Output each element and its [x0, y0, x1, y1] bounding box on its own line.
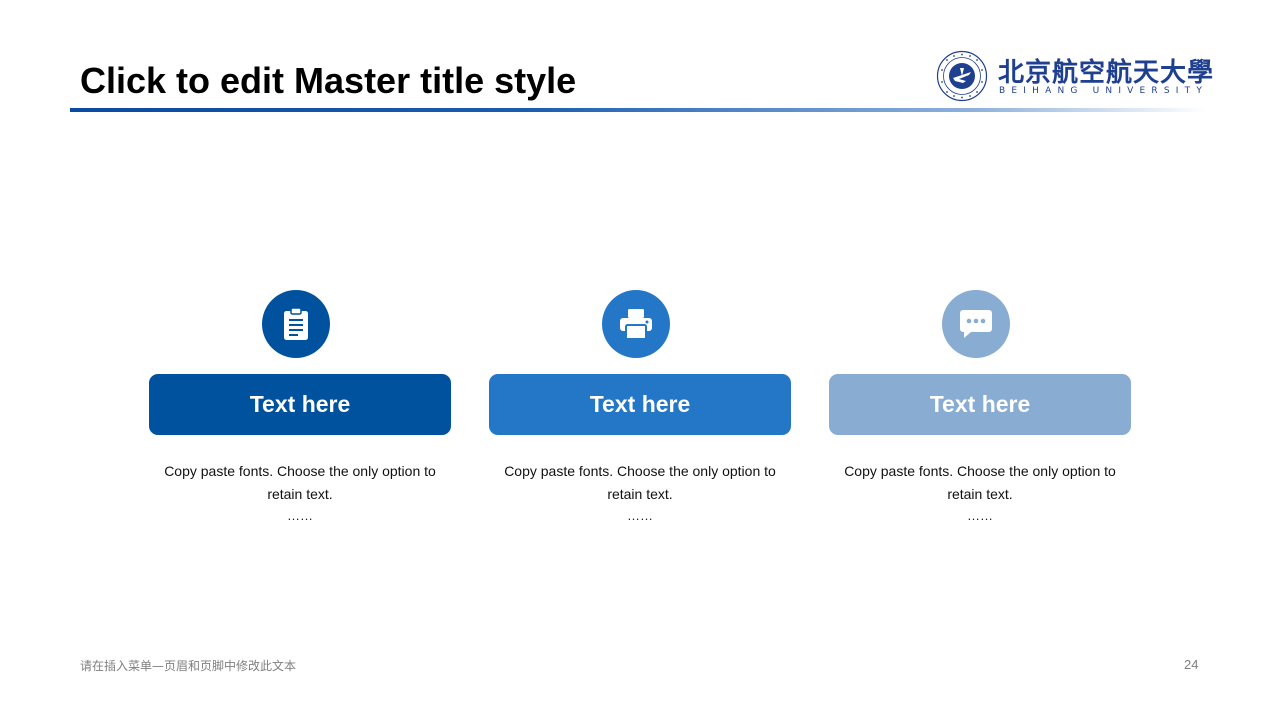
card-description: Copy paste fonts. Choose the only option…: [164, 463, 436, 502]
card-heading-button[interactable]: Text here: [149, 374, 451, 435]
printer-icon: [620, 309, 652, 340]
slide-title[interactable]: Click to edit Master title style: [80, 60, 576, 102]
footer-text[interactable]: 请在插入菜单—页眉和页脚中修改此文本: [80, 657, 296, 674]
card-heading-button[interactable]: Text here: [829, 374, 1131, 435]
university-emblem-icon: [936, 50, 988, 102]
university-logo: 北京航空航天大學 BEIHANG UNIVERSITY: [936, 50, 1213, 104]
card-heading-button[interactable]: Text here: [489, 374, 791, 435]
card-icon-circle: [262, 290, 330, 358]
clipboard-icon: [284, 307, 308, 340]
card-ellipsis: ……: [627, 508, 653, 523]
feature-card-1: Text here Copy paste fonts. Choose the o…: [149, 290, 451, 530]
card-icon-circle: [602, 290, 670, 358]
card-description: Copy paste fonts. Choose the only option…: [504, 463, 776, 502]
feature-card-3: Text here Copy paste fonts. Choose the o…: [829, 290, 1131, 530]
logo-english-name: BEIHANG UNIVERSITY: [999, 86, 1209, 96]
card-ellipsis: ……: [967, 508, 993, 523]
page-number: 24: [1184, 657, 1199, 672]
feature-card-2: Text here Copy paste fonts. Choose the o…: [489, 290, 791, 530]
logo-chinese-name: 北京航空航天大學: [998, 58, 1215, 88]
card-icon-circle: [942, 290, 1010, 358]
chat-bubble-icon: [960, 310, 992, 338]
card-description: Copy paste fonts. Choose the only option…: [844, 463, 1116, 502]
card-ellipsis: ……: [287, 508, 313, 523]
title-underline: [70, 108, 1205, 112]
